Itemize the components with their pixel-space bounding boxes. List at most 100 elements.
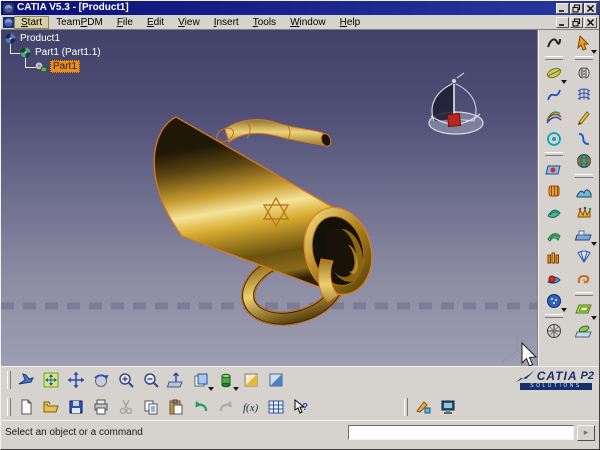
freeform-sphere-icon[interactable] [543,290,565,312]
menu-teampdm[interactable]: TeamPDM [49,16,110,29]
menu-file[interactable]: File [110,16,140,29]
knowledge-fx-icon[interactable]: f(x) [240,396,262,418]
extrude-surface-icon[interactable] [543,180,565,202]
menu-start[interactable]: Start [14,16,49,29]
zoom-out-icon[interactable] [140,369,162,391]
quick-view-icon[interactable] [190,369,212,391]
normal-view-icon[interactable] [165,369,187,391]
menu-help[interactable]: Help [333,16,368,29]
work-plane-icon[interactable] [573,298,595,320]
styling-extrusion-icon[interactable] [543,246,565,268]
insert-surface-icon[interactable] [573,320,595,342]
save-icon[interactable] [65,396,87,418]
planar-patch-icon[interactable] [543,158,565,180]
net-surface-icon[interactable] [573,84,595,106]
copy-icon[interactable] [140,396,162,418]
zoom-in-icon[interactable] [115,369,137,391]
fit-all-in-icon[interactable] [40,369,62,391]
spline-icon[interactable] [543,84,565,106]
compass[interactable] [429,73,483,134]
styling-curve-icon[interactable] [543,32,565,54]
toolbar-separator [545,314,563,318]
menu-view[interactable]: View [171,16,207,29]
datum-plane-icon[interactable] [573,224,595,246]
tree-item-label: Product1 [20,33,60,44]
tree-connector-line [25,67,36,68]
catia-window: CATIA V5.3 - [Product1] StartTeamPDMFile… [0,0,600,450]
print-icon[interactable] [90,396,112,418]
desktop-icon[interactable] [437,396,459,418]
wireframe-icon[interactable] [265,369,287,391]
connect-curve-icon[interactable] [573,128,595,150]
tree-item-product1[interactable]: Product1 [4,32,60,45]
toolbar-separator [545,152,563,156]
mdi-minimize-button[interactable] [556,17,569,28]
fill-surface-icon[interactable] [543,268,565,290]
status-bar: Select an object or a command ▸ [1,420,599,444]
redo-icon[interactable] [215,396,237,418]
menu-insert[interactable]: Insert [207,16,246,29]
menu-window[interactable]: Window [283,16,333,29]
shading-icon[interactable] [240,369,262,391]
minimize-button[interactable] [556,3,569,14]
paste-icon[interactable] [165,396,187,418]
open-icon[interactable] [40,396,62,418]
view-toolbar: CATIA P2 SOLUTIONS [1,366,599,393]
revolve-surface-icon[interactable] [543,202,565,224]
control-vertices-icon[interactable] [573,202,595,224]
toolbar-separator [575,292,593,296]
undo-icon[interactable] [190,396,212,418]
tree-item-label: Part1 [50,60,80,73]
mdi-restore-button[interactable] [570,17,583,28]
svg-text:?: ? [302,402,308,413]
tree-connector-line [10,53,20,54]
3d-viewport[interactable]: Product1 Part1 (Part1.1) Part1 [1,30,538,366]
circle-tool-icon[interactable] [543,128,565,150]
mdi-close-button[interactable] [584,17,597,28]
view-mode-icon[interactable] [215,369,237,391]
offset-surface-icon[interactable] [543,224,565,246]
render-tools-icon[interactable] [412,396,434,418]
catia-p2-logo: CATIA P2 SOLUTIONS [498,369,594,390]
right-toolbar [538,30,599,366]
status-message: Select an object or a command [5,427,348,438]
surface-leaf-icon[interactable] [543,62,565,84]
cut-icon[interactable] [115,396,137,418]
sketch-tracer-icon[interactable] [573,106,595,128]
fly-mode-icon[interactable] [15,369,37,391]
window-title: CATIA V5.3 - [Product1] [17,1,555,15]
app-icon [3,3,14,14]
title-bar: CATIA V5.3 - [Product1] [1,1,599,15]
close-button[interactable] [584,3,597,14]
document-icon[interactable] [3,17,14,28]
rotate-icon[interactable] [90,369,112,391]
symmetry-icon[interactable] [573,62,595,84]
logo-swoosh-icon [515,369,537,383]
control-points-icon[interactable] [543,320,565,342]
whats-this-icon[interactable]: ? [290,396,312,418]
surface-analysis-icon[interactable] [573,180,595,202]
toolbar-separator [575,174,593,178]
tree-item-label: Part1 (Part1.1) [35,47,101,58]
pan-icon[interactable] [65,369,87,391]
command-go-button[interactable]: ▸ [577,425,595,441]
tree-item-part1[interactable]: Part1 [34,60,80,73]
mouse-cursor [522,343,536,366]
menu-bar: StartTeamPDMFileEditViewInsertToolsWindo… [1,15,599,30]
globe-analysis-icon[interactable] [573,150,595,172]
menu-edit[interactable]: Edit [140,16,171,29]
curves-set-icon[interactable] [543,106,565,128]
curvature-fan-icon[interactable] [573,246,595,268]
standard-toolbar: f(x)? [1,393,599,420]
command-input[interactable] [348,425,574,440]
logo-edition: P2 [581,370,594,382]
design-table-icon[interactable] [265,396,287,418]
logo-brand: CATIA [537,369,578,383]
tree-item-part1-part1-1-[interactable]: Part1 (Part1.1) [19,46,101,59]
porcupine-analysis-icon[interactable] [573,268,595,290]
menu-tools[interactable]: Tools [246,16,283,29]
new-document-icon[interactable] [15,396,37,418]
select-arrow-icon[interactable] [573,32,595,54]
restore-button[interactable] [570,3,583,14]
toolbar-separator [545,56,563,60]
